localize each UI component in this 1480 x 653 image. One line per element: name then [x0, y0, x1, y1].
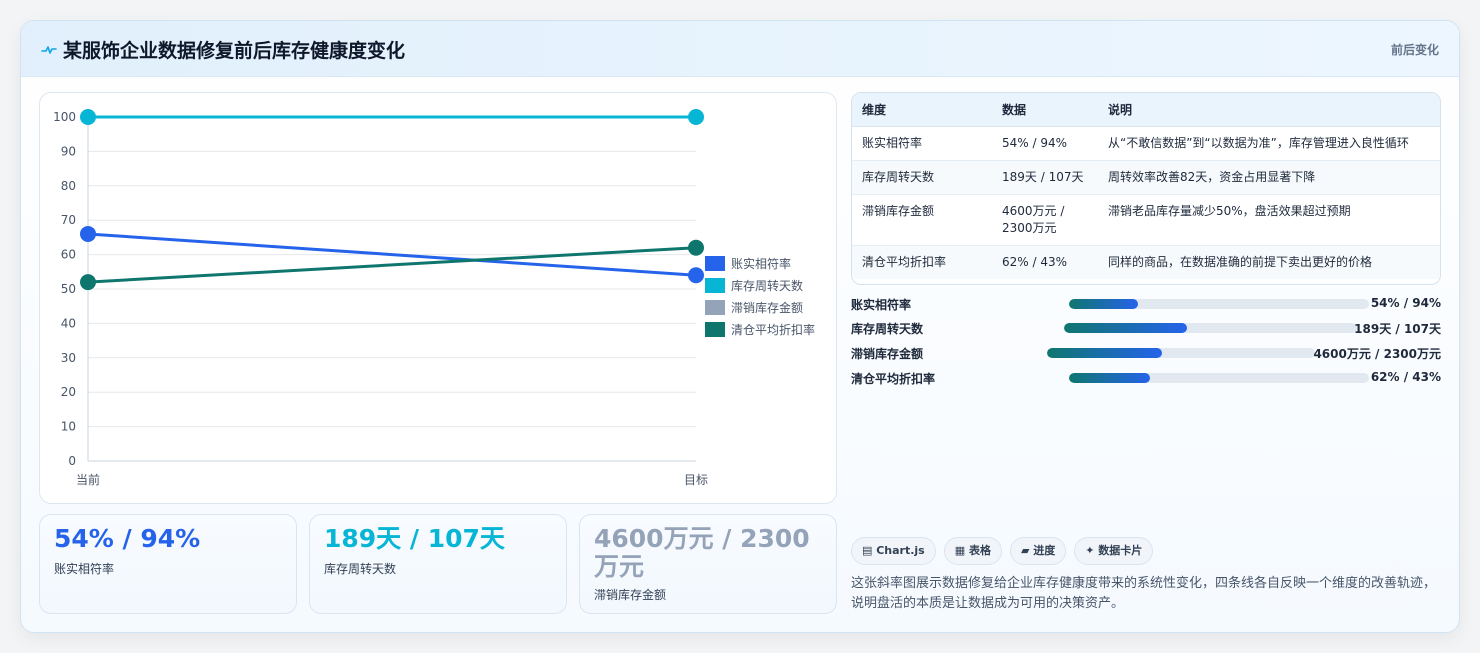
- progress-value: 4600万元 / 2300万元: [1313, 347, 1441, 361]
- chip-chartjs[interactable]: ▤ Chart.js: [851, 537, 936, 565]
- table-cell: 4600万元 / 2300万元: [992, 194, 1098, 246]
- y-tick-label: 50: [61, 282, 76, 296]
- data-point: [688, 109, 704, 125]
- column-header: 数据: [992, 93, 1098, 127]
- card-header: 某服饰企业数据修复前后库存健康度变化 前后变化: [21, 21, 1459, 77]
- chip-data-card[interactable]: ✦ 数据卡片: [1074, 537, 1154, 565]
- data-point: [80, 274, 96, 291]
- data-table: 维度 数据 说明 账实相符率 54% / 94% 从“不敢信数据”到“以数据为准…: [851, 92, 1441, 285]
- legend-label: 滞销库存金额: [731, 300, 803, 315]
- stat-value: 54% / 94%: [54, 524, 201, 553]
- y-tick-label: 40: [61, 316, 76, 330]
- legend-swatch: [705, 256, 725, 271]
- legend-label: 库存周转天数: [731, 278, 803, 293]
- y-tick-label: 100: [53, 110, 76, 124]
- progress-label: 滞销库存金额: [851, 347, 924, 361]
- slope-chart-panel: 0 10 20 30 40 50 60 70 80 90 100 当前 目标 账实相符率库存周转天数 滞销库…: [39, 92, 837, 504]
- y-tick-label: 0: [68, 454, 76, 468]
- dashboard-card: 某服饰企业数据修复前后库存健康度变化 前后变化 0 10 20 30 40 50 60 70 8…: [20, 20, 1460, 633]
- progress-value: 54% / 94%: [1370, 296, 1441, 310]
- chip-progress[interactable]: ▰ 进度: [1009, 537, 1067, 565]
- chip-table[interactable]: ▦ 表格: [943, 537, 1002, 565]
- y-tick-label: 70: [61, 213, 76, 227]
- progress-fill: [1047, 348, 1163, 358]
- x-tick-label: 当前: [76, 472, 100, 487]
- y-tick-label: 30: [61, 351, 76, 365]
- progress-row: 库存周转天数 189天 / 107天: [851, 318, 1441, 338]
- pulse-icon: [41, 46, 57, 54]
- table-row: 滞销库存金额 4600万元 / 2300万元 滞销老品库存量减少50%，盘活效果…: [852, 194, 1440, 246]
- x-tick-label: 目标: [684, 473, 708, 487]
- progress-fill: [1064, 323, 1188, 333]
- table-cell: 从“不敢信数据”到“以数据为准”，库存管理进入良性循环: [1098, 126, 1440, 161]
- progress-row: 滞销库存金额 4600万元 / 2300万元: [851, 343, 1441, 363]
- progress-fill: [1069, 373, 1150, 383]
- legend-swatch: [705, 300, 725, 315]
- table-cell: 189天 / 107天: [992, 160, 1098, 195]
- table-cell: 周转效率改善82天，资金占用显著下降: [1098, 160, 1440, 195]
- header-tag: 前后变化: [1390, 43, 1439, 57]
- table-header-row: 维度 数据 说明: [852, 93, 1440, 127]
- table-cell: 清仓平均折扣率: [852, 245, 992, 279]
- table-cell: 54% / 94%: [992, 126, 1098, 161]
- progress-track: [1069, 373, 1369, 383]
- slope-chart: 0 10 20 30 40 50 60 70 80 90 100 当前 目标 账实相符率库存周转天数滞销库…: [53, 109, 815, 487]
- table-cell: 库存周转天数: [852, 160, 992, 195]
- table-cell: 滞销库存金额: [852, 194, 992, 246]
- data-point: [80, 225, 96, 242]
- table-cell: 账实相符率: [852, 126, 992, 161]
- y-tick-label: 60: [61, 248, 76, 262]
- stat-card-2: 189天 / 107天 库存周转天数: [309, 514, 567, 614]
- data-point: [688, 267, 704, 284]
- progress-label: 账实相符率: [851, 298, 912, 312]
- y-tick-label: 10: [61, 420, 76, 434]
- page-title: 某服饰企业数据修复前后库存健康度变化: [63, 40, 406, 62]
- chart-description: 这张斜率图展示数据修复给企业库存健康度带来的系统性变化，四条线各自反映一个维度的…: [851, 576, 1437, 611]
- stat-label: 库存周转天数: [324, 562, 397, 576]
- table-row: 清仓平均折扣率 62% / 43% 同样的商品，在数据准确的前提下卖出更好的价格: [852, 245, 1440, 279]
- column-header: 说明: [1098, 93, 1440, 127]
- progress-label: 库存周转天数: [851, 322, 924, 336]
- progress-track: [1064, 323, 1357, 333]
- tech-chips: ▤ Chart.js ▦ 表格 ▰ 进度 ✦ 数据卡片: [851, 537, 1161, 565]
- stat-label: 账实相符率: [54, 562, 115, 576]
- table-cell: 滞销老品库存量减少50%，盘活效果超过预期: [1098, 194, 1440, 246]
- y-tick-label: 80: [61, 179, 76, 193]
- stat-card-3: 4600万元 / 2300万元 滞销库存金额: [579, 514, 837, 614]
- stat-card-1: 54% / 94% 账实相符率: [39, 514, 297, 614]
- stat-value: 4600万元 / 2300万元: [594, 524, 810, 581]
- stat-value: 189天 / 107天: [324, 524, 505, 553]
- data-point: [688, 239, 704, 256]
- legend-label: 账实相符率: [731, 256, 791, 271]
- legend-swatch: [705, 322, 725, 337]
- data-point: [80, 109, 96, 125]
- progress-track: [1069, 299, 1369, 309]
- progress-value: 62% / 43%: [1370, 370, 1441, 384]
- progress-value: 189天 / 107天: [1354, 322, 1441, 336]
- stat-label: 滞销库存金额: [594, 588, 667, 602]
- table-cell: 62% / 43%: [992, 245, 1098, 279]
- progress-label: 清仓平均折扣率: [851, 372, 936, 386]
- y-tick-label: 20: [61, 385, 76, 399]
- progress-track: [1047, 348, 1315, 358]
- progress-row: 账实相符率 54% / 94%: [851, 294, 1441, 314]
- y-tick-label: 90: [61, 144, 76, 158]
- legend-label: 清仓平均折扣率: [731, 322, 815, 337]
- series-line: [87, 246, 697, 284]
- table-row: 账实相符率 54% / 94% 从“不敢信数据”到“以数据为准”，库存管理进入良…: [852, 126, 1440, 161]
- progress-row: 清仓平均折扣率 62% / 43%: [851, 368, 1441, 388]
- table-row: 库存周转天数 189天 / 107天 周转效率改善82天，资金占用显著下降: [852, 160, 1440, 195]
- column-header: 维度: [852, 93, 992, 127]
- legend-swatch: [705, 278, 725, 293]
- progress-fill: [1069, 299, 1138, 309]
- table-cell: 同样的商品，在数据准确的前提下卖出更好的价格: [1098, 245, 1440, 279]
